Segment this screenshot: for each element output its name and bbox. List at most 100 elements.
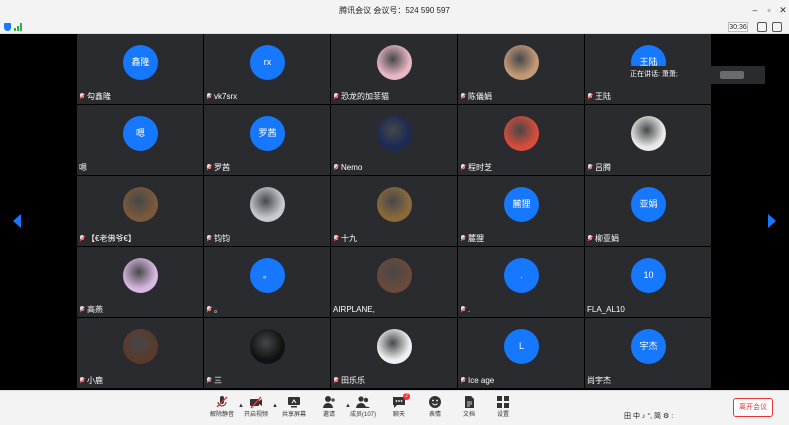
participant-name: 王陆 <box>587 91 611 102</box>
participant-name: . <box>460 304 470 315</box>
share-screen-icon <box>287 395 301 409</box>
layout-icon[interactable] <box>757 22 767 32</box>
mic-muted-icon <box>460 235 467 242</box>
mic-muted-icon <box>79 377 86 384</box>
participant-tile[interactable]: Nemo <box>331 105 457 175</box>
toolbar-button-mic-muted[interactable]: 解除静音 <box>207 393 237 423</box>
avatar <box>631 116 666 151</box>
avatar <box>123 329 158 364</box>
participant-tile[interactable]: 十九 <box>331 176 457 246</box>
video-stage: 鑫隆 勾鑫隆 rx vk7srx 恐龙的加菲猫 陈儀娟 王陆 王陆嗯嗯罗茜 罗茜 Nemo 程时芝吕… <box>0 34 789 390</box>
mic-muted-icon <box>333 164 340 171</box>
participant-tile[interactable]: 宇杰尚宇杰 <box>585 318 711 388</box>
mic-muted-icon <box>215 395 229 409</box>
participant-name-text: 陈儀娟 <box>468 92 492 101</box>
participant-tile[interactable]: 【€老佛爷€】 <box>77 176 203 246</box>
next-page-icon[interactable] <box>768 214 776 228</box>
mic-muted-icon <box>206 93 213 100</box>
participant-tile[interactable]: 钧钧 <box>204 176 330 246</box>
participant-name-text: 吕腾 <box>595 163 611 172</box>
shield-icon[interactable] <box>4 23 11 31</box>
toolbar-button-invite[interactable]: 邀请 <box>314 393 344 423</box>
mic-muted-icon <box>587 93 594 100</box>
participant-tile[interactable]: 麓狸 麓狸 <box>458 176 584 246</box>
avatar <box>504 45 539 80</box>
participant-tile[interactable]: 高燕 <box>77 247 203 317</box>
participant-name-text: 三 <box>214 376 222 385</box>
mic-muted-icon <box>587 235 594 242</box>
invite-icon <box>322 395 336 409</box>
participant-name-text: 柳亚娟 <box>595 234 619 243</box>
participant-tile[interactable]: 。。 <box>204 247 330 317</box>
participant-tile[interactable]: 鑫隆 勾鑫隆 <box>77 34 203 104</box>
toolbar-button-label: 开启视频 <box>243 412 268 418</box>
participant-tile[interactable]: L Ice age <box>458 318 584 388</box>
participant-name: 恐龙的加菲猫 <box>333 91 389 102</box>
meeting-toolbar: 离开会议 田 中 ♪ °, 简 ⚙ : 解除静音 ▲ 开启视频 ▲ 共享屏幕 邀请 ▲ 成员(… <box>0 390 789 425</box>
participant-tile[interactable]: 程时芝 <box>458 105 584 175</box>
close-icon[interactable]: ✕ <box>775 0 789 21</box>
signal-icon[interactable] <box>14 23 24 31</box>
toolbar-button-chat[interactable]: 聊天 2 <box>384 393 414 423</box>
toolbar-button-camera-off[interactable]: 开启视频 <box>241 393 271 423</box>
mic-muted-icon <box>79 93 86 100</box>
fullscreen-icon[interactable] <box>772 22 782 32</box>
chevron-up-icon[interactable]: ▲ <box>272 403 278 409</box>
participant-name: 田乐乐 <box>333 375 365 386</box>
avatar <box>377 45 412 80</box>
participant-tile[interactable]: 小鹿 <box>77 318 203 388</box>
participant-name-text: vk7srx <box>214 92 238 101</box>
title-bar: 腾讯会议 会议号：524 590 597 – ▫ ✕ <box>0 0 789 21</box>
toolbar-button-share-screen[interactable]: 共享屏幕 <box>279 393 309 423</box>
toolbar-button-label: 邀请 <box>322 412 335 418</box>
mic-muted-icon <box>206 377 213 384</box>
participant-tile[interactable]: 亚娟柳亚娟 <box>585 176 711 246</box>
mic-muted-icon <box>206 235 213 242</box>
avatar: 麓狸 <box>504 187 539 222</box>
avatar: . <box>504 258 539 293</box>
toolbar-button-label: 聊天 <box>392 412 405 418</box>
participant-tile[interactable]: .. <box>458 247 584 317</box>
participant-tile[interactable]: 田乐乐 <box>331 318 457 388</box>
participant-name: 吕腾 <box>587 162 611 173</box>
toolbar-button-members[interactable]: 成员(107) <box>348 393 378 423</box>
participant-tile[interactable]: rx vk7srx <box>204 34 330 104</box>
participant-tile[interactable]: 三 <box>204 318 330 388</box>
participant-tile[interactable]: 恐龙的加菲猫 <box>331 34 457 104</box>
mic-muted-icon <box>333 377 340 384</box>
avatar: 宇杰 <box>631 329 666 364</box>
participant-tile[interactable]: AIRPLANE, <box>331 247 457 317</box>
participant-tile[interactable]: 吕腾 <box>585 105 711 175</box>
avatar: 亚娟 <box>631 187 666 222</box>
avatar <box>377 116 412 151</box>
speaker-avatar-icon <box>720 71 744 79</box>
camera-off-icon <box>249 395 263 409</box>
participant-name-text: Ice age <box>468 376 495 385</box>
previous-page-icon[interactable] <box>13 214 21 228</box>
participant-name: 尚宇杰 <box>587 375 611 386</box>
participant-grid: 鑫隆 勾鑫隆 rx vk7srx 恐龙的加菲猫 陈儀娟 王陆 王陆嗯嗯罗茜 罗茜 Nemo 程时芝吕… <box>77 34 712 390</box>
participant-tile[interactable]: 10 FLA_AL10 <box>585 247 711 317</box>
participant-name-text: . <box>468 305 471 314</box>
avatar: 10 <box>631 258 666 293</box>
leave-meeting-button[interactable]: 离开会议 <box>733 398 773 417</box>
ime-status: 田 中 ♪ °, 简 ⚙ : <box>624 413 674 420</box>
toolbar-button-label: 文档 <box>462 412 475 418</box>
mic-muted-icon <box>460 93 467 100</box>
avatar: 鑫隆 <box>123 45 158 80</box>
toolbar-button-settings[interactable]: 设置 <box>488 393 518 423</box>
participant-tile[interactable]: 嗯嗯 <box>77 105 203 175</box>
participant-name: 柳亚娟 <box>587 233 619 244</box>
toolbar-button-emoji[interactable]: 表情 <box>420 393 450 423</box>
avatar: rx <box>250 45 285 80</box>
toolbar-button-label: 表情 <box>428 412 441 418</box>
mic-muted-icon <box>460 164 467 171</box>
toolbar-button-document[interactable]: 文档 <box>454 393 484 423</box>
participant-name-text: 田乐乐 <box>341 376 365 385</box>
mic-muted-icon <box>333 93 340 100</box>
participant-tile[interactable]: 陈儀娟 <box>458 34 584 104</box>
avatar: 罗茜 <box>250 116 285 151</box>
participant-name-text: FLA_AL10 <box>587 305 625 314</box>
participant-name-text: Nemo <box>341 163 363 172</box>
participant-tile[interactable]: 罗茜 罗茜 <box>204 105 330 175</box>
